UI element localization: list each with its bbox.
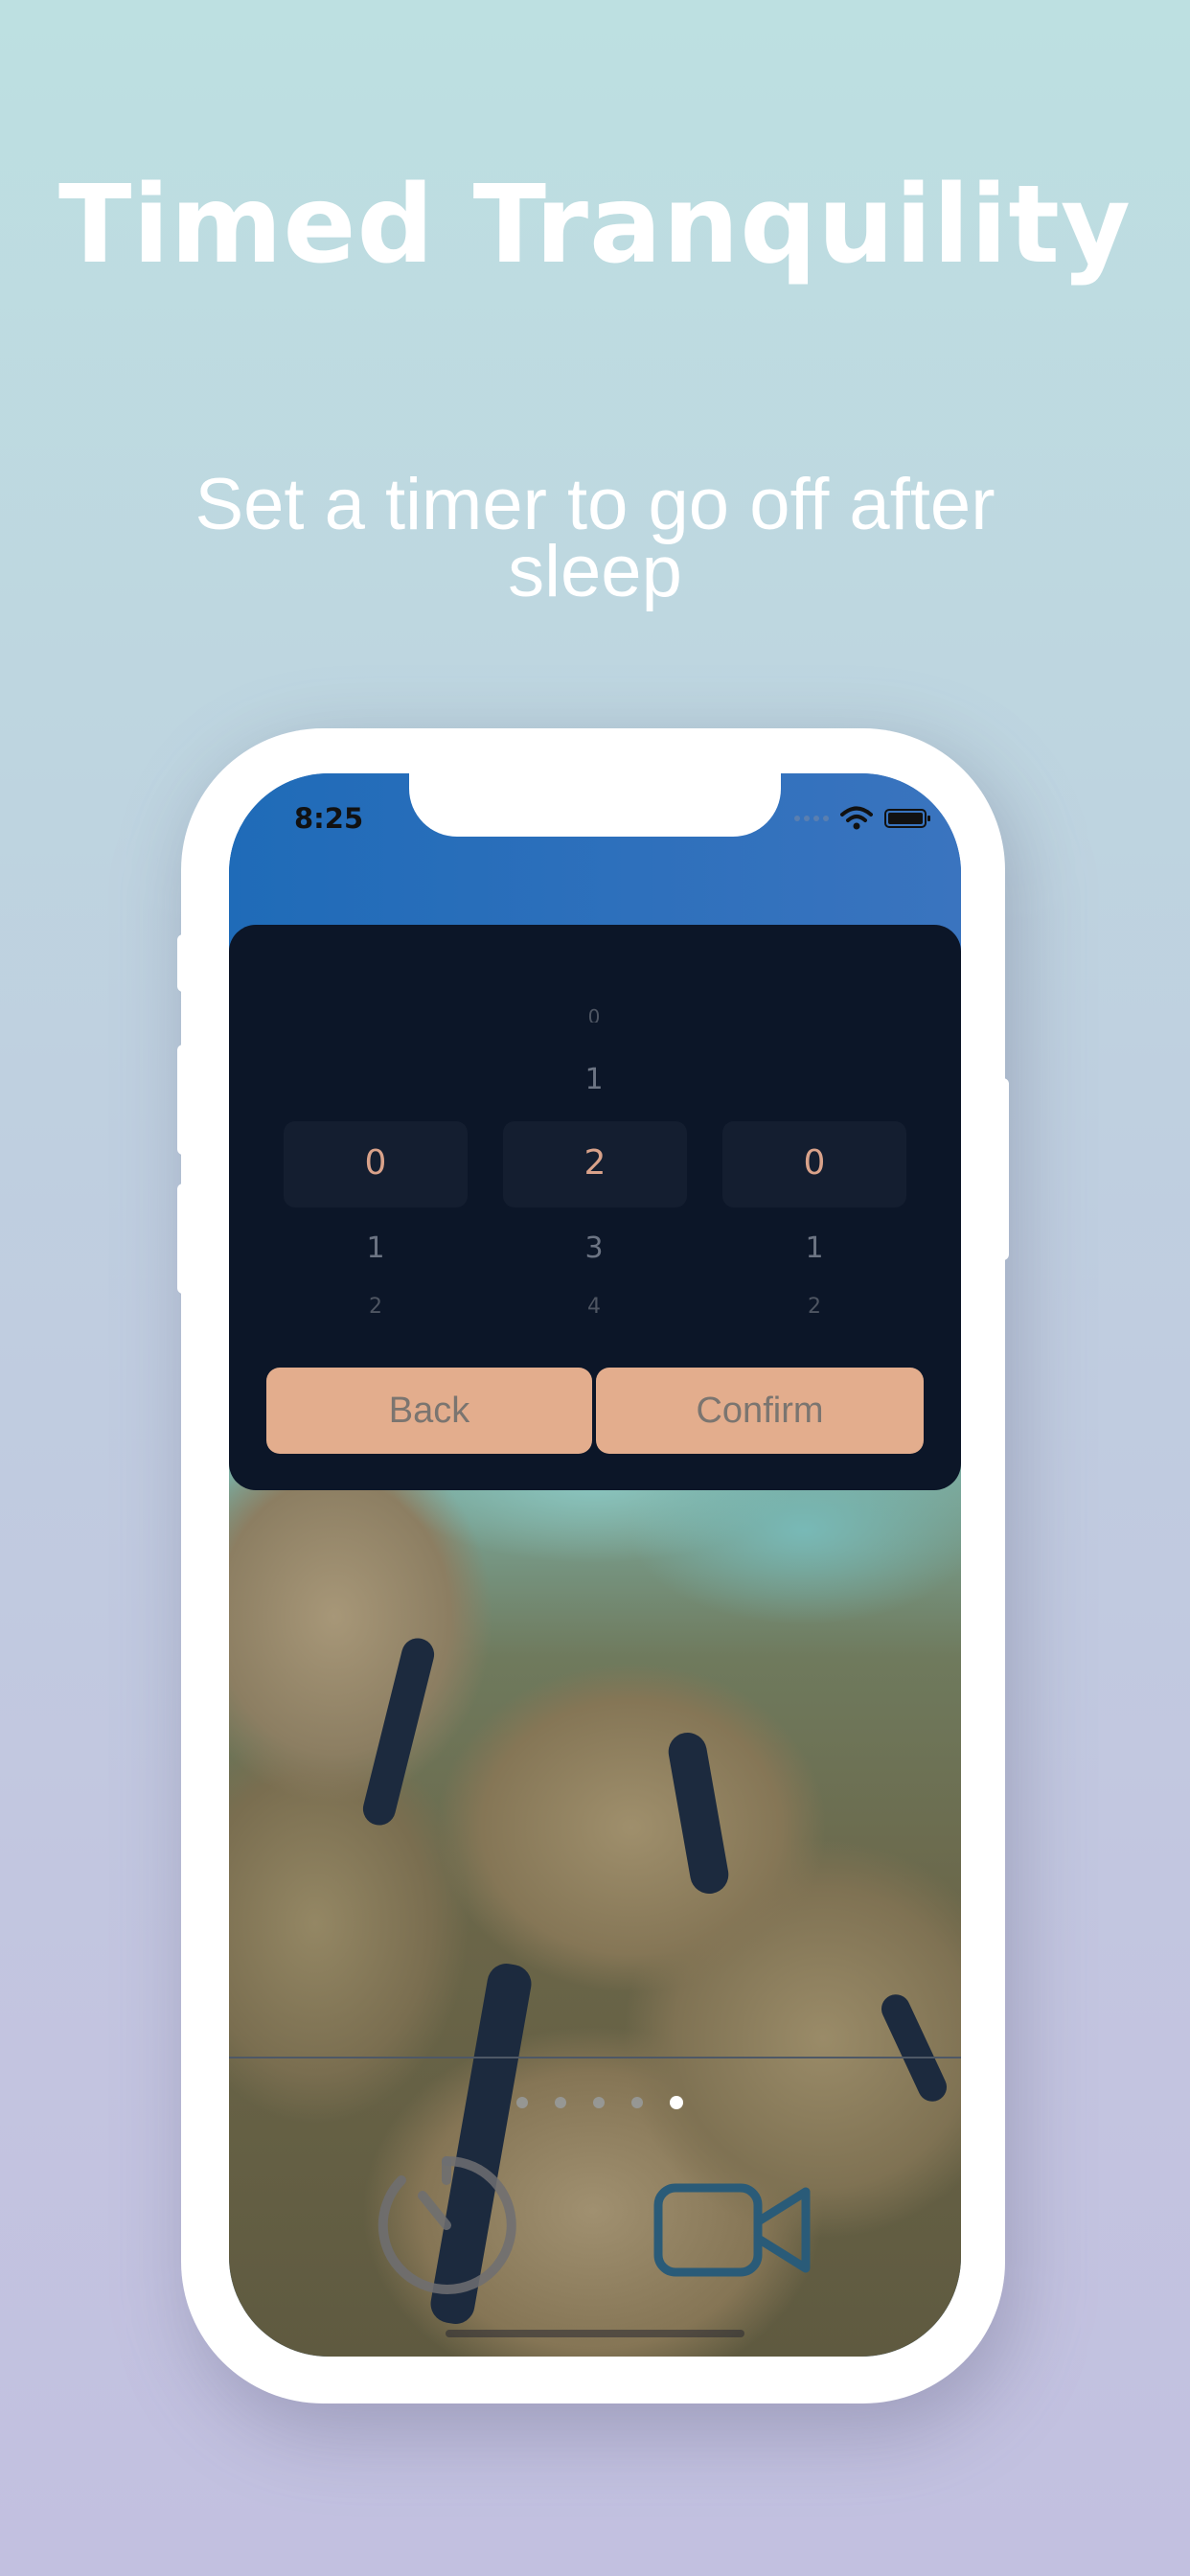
signal-dots-icon xyxy=(794,816,829,821)
power-button xyxy=(997,1078,1009,1260)
phone-notch xyxy=(409,773,781,837)
promo-headline: Timed Tranquility xyxy=(58,163,1132,288)
battery-icon xyxy=(884,809,930,828)
minutes-ones-selected-value[interactable]: 0 xyxy=(722,1143,906,1183)
volume-down-button xyxy=(177,1184,189,1294)
minutes-tens-option[interactable]: 3 xyxy=(503,1231,685,1265)
page-dot[interactable] xyxy=(631,2097,643,2108)
minutes-tens-option[interactable]: 4 xyxy=(503,1295,685,1314)
page-dot[interactable] xyxy=(593,2097,605,2108)
phone-screen: 8:25 0 1 2 0 1 2 3 4 0 1 2 Back Confirm xyxy=(229,773,961,2357)
page-dot[interactable] xyxy=(516,2097,528,2108)
minutes-tens-option[interactable]: 1 xyxy=(503,1063,685,1096)
minutes-tens-option[interactable]: 0 xyxy=(503,1005,685,1023)
back-button[interactable]: Back xyxy=(266,1368,592,1454)
hours-option[interactable]: 1 xyxy=(285,1231,467,1265)
minutes-ones-option[interactable]: 2 xyxy=(723,1295,905,1314)
page-indicator[interactable] xyxy=(516,2096,683,2109)
promo-subheadline: Set a timer to go off after sleep xyxy=(195,464,995,612)
home-indicator[interactable] xyxy=(446,2330,744,2337)
minutes-tens-selected-value[interactable]: 2 xyxy=(503,1143,687,1183)
page-dot-active[interactable] xyxy=(670,2096,683,2109)
video-camera-icon[interactable] xyxy=(652,2182,815,2278)
volume-up-button xyxy=(177,1045,189,1155)
hours-option[interactable]: 2 xyxy=(285,1295,467,1314)
hours-selected-value[interactable]: 0 xyxy=(284,1143,468,1183)
rock-water-background xyxy=(229,1425,961,2357)
status-icons xyxy=(794,806,930,831)
status-time: 8:25 xyxy=(294,802,364,835)
toolbar-divider xyxy=(229,2057,961,2058)
minutes-ones-option[interactable]: 1 xyxy=(723,1231,905,1265)
wifi-icon xyxy=(840,806,873,830)
timer-picker-card: 0 1 2 0 1 2 3 4 0 1 2 Back Confirm xyxy=(229,925,961,1490)
mute-switch xyxy=(177,934,189,992)
confirm-button[interactable]: Confirm xyxy=(596,1368,924,1454)
page-dot[interactable] xyxy=(555,2097,566,2108)
timer-icon[interactable] xyxy=(375,2153,518,2297)
